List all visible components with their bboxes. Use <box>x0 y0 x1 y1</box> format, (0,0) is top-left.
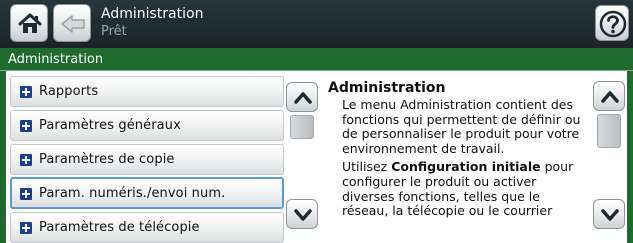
menu-item-label: Paramètres de copie <box>39 152 175 167</box>
menu-item-rapports[interactable]: Rapports <box>10 76 284 107</box>
back-arrow-icon <box>61 15 85 33</box>
list-scroll-down-button[interactable] <box>286 199 318 229</box>
top-bar: Administration Prêt <box>0 0 633 48</box>
menu-item-numerisation-envoi[interactable]: Param. numéris./envoi num. <box>10 177 284 209</box>
detail-scroll-up-button[interactable] <box>593 81 625 111</box>
app-title: Administration <box>101 6 204 22</box>
detail-paragraph-2: Utilisez Configuration initiale pour con… <box>342 160 590 218</box>
chevron-down-icon <box>601 209 619 221</box>
menu-item-label: Rapports <box>39 84 99 99</box>
home-icon <box>18 13 42 33</box>
plus-box-icon <box>20 86 32 98</box>
plus-box-icon <box>20 222 32 234</box>
status-text: Prêt <box>101 24 127 39</box>
detail-paragraph-1: Le menu Administration contient des fonc… <box>342 97 581 156</box>
menu-item-label: Paramètres généraux <box>39 118 181 133</box>
detail-scroll-thumb[interactable] <box>597 114 621 148</box>
plus-box-icon <box>20 120 32 132</box>
chevron-down-icon <box>294 209 312 221</box>
menu-item-parametres-telecopie[interactable]: Paramètres de télécopie <box>10 212 284 243</box>
menu-item-label: Param. numéris./envoi num. <box>39 186 226 201</box>
home-button[interactable] <box>10 4 48 42</box>
menu-item-parametres-generaux[interactable]: Paramètres généraux <box>10 110 284 141</box>
list-scroll-thumb[interactable] <box>290 115 314 139</box>
detail-description: Le menu Administration contient des fonc… <box>342 97 590 223</box>
chevron-up-icon <box>601 91 619 103</box>
menu-item-parametres-copie[interactable]: Paramètres de copie <box>10 144 284 175</box>
list-scroll-up-button[interactable] <box>286 82 318 112</box>
plus-box-icon <box>20 188 32 200</box>
help-button[interactable] <box>595 5 629 41</box>
menu-item-label: Paramètres de télécopie <box>39 220 200 235</box>
initial-setup-emphasis: Configuration initiale <box>391 159 541 175</box>
back-button[interactable] <box>53 4 91 42</box>
detail-text: Utilisez <box>342 159 392 175</box>
detail-scroll-down-button[interactable] <box>593 199 625 229</box>
chevron-up-icon <box>294 92 312 104</box>
detail-title: Administration <box>328 80 446 96</box>
section-title: Administration <box>8 52 104 67</box>
help-icon <box>599 10 627 38</box>
plus-box-icon <box>20 154 32 166</box>
